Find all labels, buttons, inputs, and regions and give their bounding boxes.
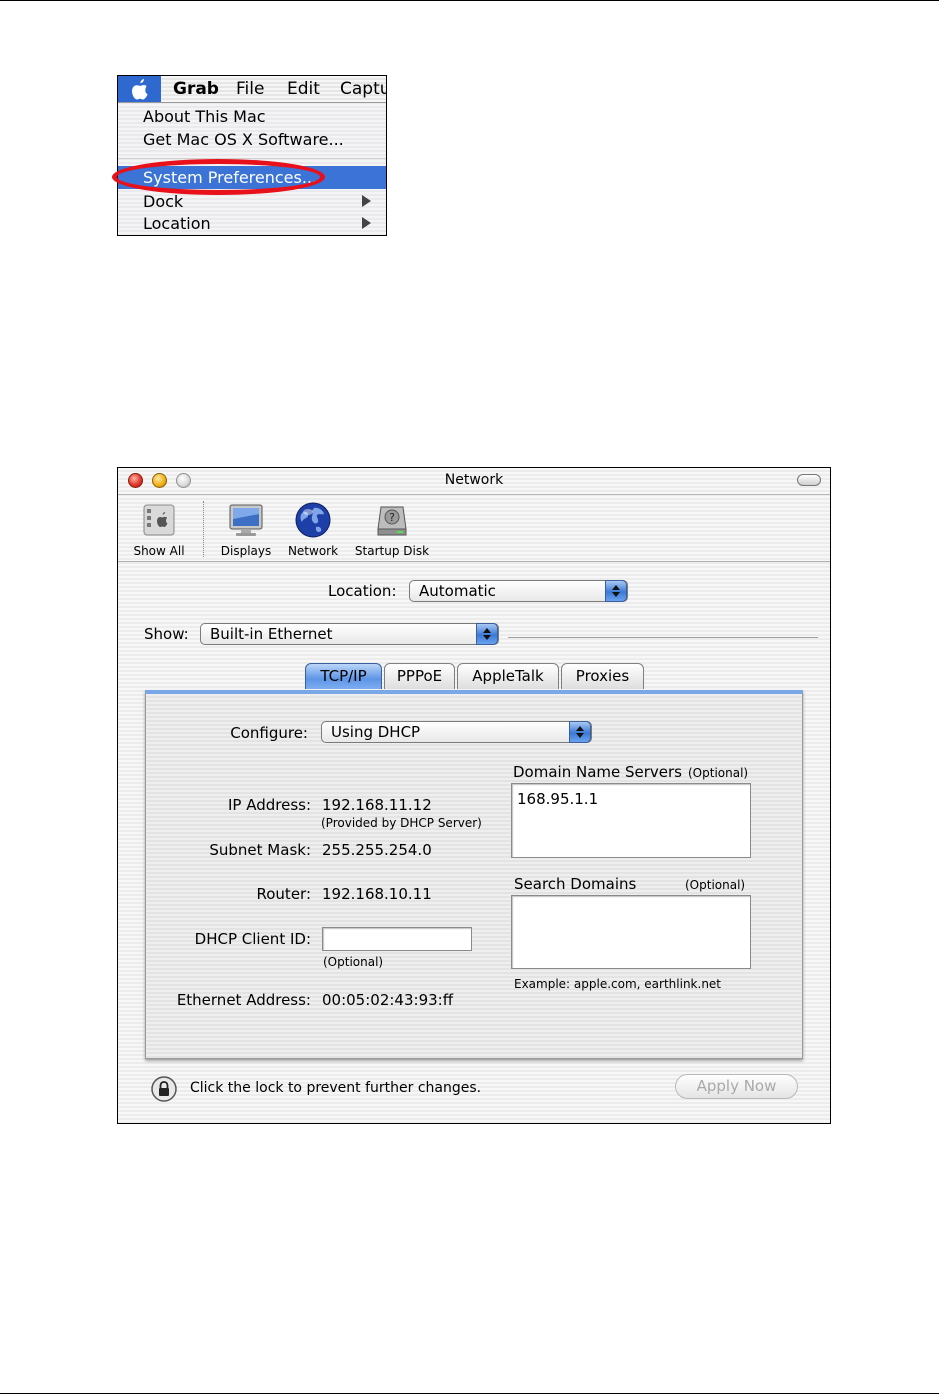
- submenu-arrow-icon: [362, 217, 371, 229]
- toolbar: Show All Displays Network ? Startup Disk: [118, 495, 830, 562]
- ethernet-address-value: 00:05:02:43:93:ff: [322, 991, 454, 1009]
- search-domains-example: Example: apple.com, earthlink.net: [514, 977, 722, 991]
- tab-appletalk[interactable]: AppleTalk: [457, 663, 559, 689]
- apple-menu-button[interactable]: [118, 76, 161, 102]
- tab-pppoe[interactable]: PPPoE: [384, 663, 455, 689]
- show-label: Show:: [144, 625, 189, 643]
- menu-item-about-this-mac[interactable]: About This Mac: [143, 107, 266, 126]
- title-bar: Network: [118, 468, 830, 495]
- popup-arrows-icon: [605, 580, 627, 602]
- globe-icon: [295, 502, 331, 538]
- menu-grab[interactable]: Grab: [173, 79, 219, 99]
- page-top-rule: [0, 0, 939, 1]
- menu-capture[interactable]: Captu: [340, 79, 386, 99]
- toolbar-network[interactable]: Network: [282, 501, 344, 558]
- menu-file[interactable]: File: [236, 79, 264, 99]
- display-icon: [229, 504, 263, 536]
- dns-label: Domain Name Servers: [513, 763, 682, 781]
- window-title: Network: [444, 472, 504, 488]
- location-popup[interactable]: Automatic: [409, 580, 628, 602]
- menu-edit[interactable]: Edit: [287, 79, 320, 99]
- apple-logo-icon: [132, 79, 148, 100]
- submenu-arrow-icon: [362, 195, 371, 207]
- popup-arrows-icon: [476, 623, 498, 645]
- toolbar-label: Startup Disk: [354, 544, 430, 558]
- apply-now-button[interactable]: Apply Now: [675, 1074, 798, 1099]
- menu-bar: Grab File Edit Captu: [118, 76, 386, 103]
- dns-servers-field[interactable]: 168.95.1.1: [511, 783, 751, 858]
- ip-address-note: (Provided by DHCP Server): [321, 816, 482, 830]
- toolbar-toggle-button[interactable]: [797, 474, 821, 486]
- show-all-icon: [143, 504, 175, 536]
- configure-value: Using DHCP: [331, 723, 421, 741]
- show-popup[interactable]: Built-in Ethernet: [200, 623, 499, 645]
- configure-label: Configure:: [230, 724, 308, 742]
- search-domains-optional-note: (Optional): [685, 878, 746, 892]
- menu-item-location[interactable]: Location: [143, 214, 211, 233]
- lock-icon[interactable]: [151, 1076, 177, 1102]
- menu-item-dock[interactable]: Dock: [143, 192, 183, 211]
- ip-address-value: 192.168.11.12: [322, 796, 432, 814]
- router-value: 192.168.10.11: [322, 885, 432, 903]
- svg-text:?: ?: [389, 511, 395, 524]
- subnet-mask-value: 255.255.254.0: [322, 841, 432, 859]
- location-label: Location:: [328, 582, 397, 600]
- apple-menu-screenshot: Grab File Edit Captu About This Mac Get …: [117, 75, 387, 236]
- show-value: Built-in Ethernet: [210, 625, 333, 643]
- menu-separator: [118, 158, 386, 159]
- toolbar-label: Show All: [133, 544, 185, 558]
- toolbar-startup-disk[interactable]: ? Startup Disk: [350, 501, 434, 558]
- page-bottom-rule: [0, 1393, 939, 1394]
- tcpip-panel: Configure: Using DHCP IP Address: 192.16…: [145, 690, 803, 1059]
- search-domains-label: Search Domains: [514, 875, 637, 893]
- toolbar-label: Displays: [220, 544, 272, 558]
- configure-popup[interactable]: Using DHCP: [321, 721, 592, 743]
- toolbar-show-all[interactable]: Show All: [129, 501, 189, 558]
- ip-address-label: IP Address:: [227, 796, 311, 814]
- highlight-annotation-circle: [112, 159, 325, 195]
- tab-tcpip[interactable]: TCP/IP: [305, 663, 382, 689]
- show-separator: [508, 637, 818, 638]
- network-preferences-window: Network Show All Displays Network ? Star…: [117, 467, 831, 1124]
- menu-item-get-software[interactable]: Get Mac OS X Software...: [143, 130, 344, 149]
- dhcp-client-id-note: (Optional): [323, 955, 384, 969]
- toolbar-divider: [203, 501, 204, 557]
- location-value: Automatic: [419, 582, 496, 600]
- toolbar-displays[interactable]: Displays: [214, 501, 278, 558]
- dhcp-client-id-label: DHCP Client ID:: [194, 930, 311, 948]
- dns-optional-note: (Optional): [688, 766, 749, 780]
- hard-disk-icon: ?: [377, 506, 407, 536]
- popup-arrows-icon: [569, 721, 591, 743]
- lock-message: Click the lock to prevent further change…: [190, 1080, 482, 1096]
- tab-proxies[interactable]: Proxies: [561, 663, 644, 689]
- dhcp-client-id-field[interactable]: [322, 927, 472, 951]
- toolbar-label: Network: [287, 544, 339, 558]
- search-domains-field[interactable]: [511, 895, 751, 969]
- subnet-mask-label: Subnet Mask:: [209, 841, 311, 859]
- ethernet-address-label: Ethernet Address:: [176, 991, 311, 1009]
- router-label: Router:: [256, 885, 312, 903]
